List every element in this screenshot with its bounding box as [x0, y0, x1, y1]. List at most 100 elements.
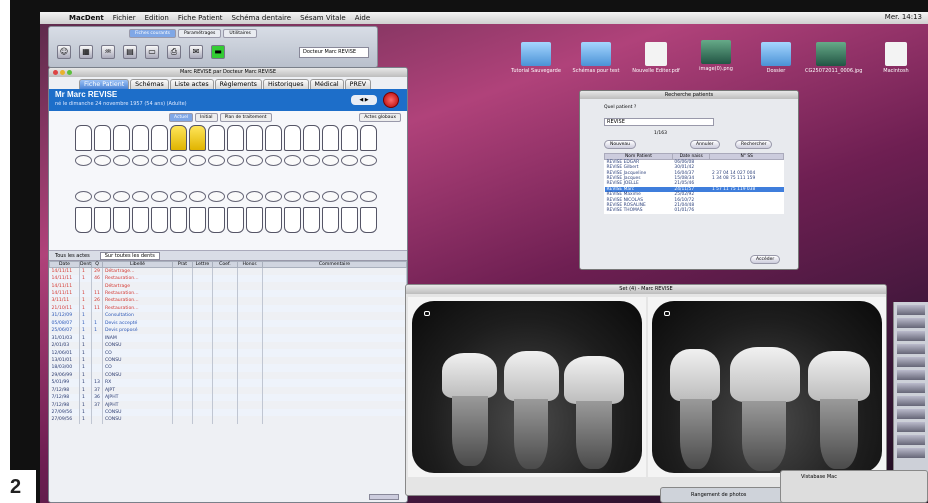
- tooth-upO-14[interactable]: [322, 155, 339, 166]
- tooth-loT-10[interactable]: [246, 207, 263, 233]
- table-row[interactable]: 7/12/98 1 37 AJPHT: [49, 401, 407, 409]
- table-row[interactable]: 29/06/99 1 CONSU: [49, 371, 407, 380]
- desktop-icon[interactable]: Tutorial Sauvegarde: [510, 42, 562, 74]
- tooth-loO-12[interactable]: [284, 191, 301, 202]
- table-row[interactable]: 7/12/98 1 37 AJPT: [49, 386, 407, 394]
- col-dent[interactable]: Dent: [78, 261, 93, 268]
- table-row[interactable]: 14/11/11 1 46 Restauration...: [49, 274, 407, 283]
- chart-tab-actuel[interactable]: Actuel: [169, 113, 194, 122]
- menu-schema-dentaire[interactable]: Schéma dentaire: [232, 14, 292, 22]
- tooth-upO-3[interactable]: [113, 155, 130, 166]
- photos-window[interactable]: Rangement de photos: [660, 487, 790, 503]
- menu-fiche-patient[interactable]: Fiche Patient: [178, 14, 223, 22]
- tooth-loO-16[interactable]: [360, 191, 377, 202]
- tooth-upO-13[interactable]: [303, 155, 320, 166]
- table-row[interactable]: 05/08/07 1 1 Devis accepté: [49, 319, 407, 327]
- tooth-upT-12[interactable]: [284, 125, 301, 151]
- table-row[interactable]: 5/01/99 1 13 RX: [49, 379, 407, 387]
- actes-globaux-button[interactable]: Actes globaux: [359, 113, 401, 122]
- new-button[interactable]: Nouveau: [604, 140, 637, 149]
- tooth-upO-10[interactable]: [246, 155, 263, 166]
- tab-parametrages[interactable]: Paramétrages: [178, 29, 222, 38]
- tooth-upO-1[interactable]: [75, 155, 92, 166]
- open-button[interactable]: Accéder: [750, 255, 781, 264]
- tooth-loO-7[interactable]: [189, 191, 206, 202]
- tooth-loT-13[interactable]: [303, 207, 320, 233]
- table-row[interactable]: 25/06/07 1 1 Devis proposé: [49, 327, 407, 335]
- search-input[interactable]: REVISE: [604, 118, 714, 126]
- thumbnail-panel[interactable]: [893, 302, 928, 492]
- tooth-upT-5[interactable]: [151, 125, 168, 151]
- teeth-filter-select[interactable]: Sur toutes les dents: [99, 251, 160, 260]
- table-row[interactable]: 21/10/11 1 11 Restauration...: [49, 304, 407, 313]
- tooth-loO-9[interactable]: [227, 191, 244, 202]
- table-row[interactable]: 13/01/01 1 CONSU: [49, 356, 407, 365]
- tooth-upO-15[interactable]: [341, 155, 358, 166]
- tab-reglements[interactable]: Règlements: [214, 79, 262, 89]
- table-row[interactable]: 14/11/11 1 11 Restauration...: [49, 289, 407, 298]
- app-menu[interactable]: MacDent: [69, 14, 104, 22]
- table-scroll-handle[interactable]: [369, 494, 399, 500]
- filter-all[interactable]: Tous les actes: [55, 253, 90, 259]
- tooth-loO-13[interactable]: [303, 191, 320, 202]
- tooth-upT-16[interactable]: [360, 125, 377, 151]
- agenda-icon[interactable]: ▦: [79, 45, 93, 59]
- zoom-icon[interactable]: [67, 70, 72, 75]
- table-row[interactable]: 2/01/03 1 CONSU: [49, 341, 407, 350]
- tooth-loO-8[interactable]: [208, 191, 225, 202]
- tooth-loT-16[interactable]: [360, 207, 377, 233]
- tooth-loT-8[interactable]: [208, 207, 225, 233]
- menu-edition[interactable]: Edition: [145, 14, 169, 22]
- tooth-loT-5[interactable]: [151, 207, 168, 233]
- tooth-loO-3[interactable]: [113, 191, 130, 202]
- menu-fichier[interactable]: Fichier: [113, 14, 136, 22]
- table-row[interactable]: 14/11/11 1 29 Détartrage...: [49, 267, 407, 275]
- folder-icon[interactable]: ▭: [145, 45, 159, 59]
- tooth-loO-5[interactable]: [151, 191, 168, 202]
- tooth-upO-2[interactable]: [94, 155, 111, 166]
- tooth-loO-10[interactable]: [246, 191, 263, 202]
- tooth-loT-11[interactable]: [265, 207, 282, 233]
- doctor-select[interactable]: Docteur Marc REVISE: [299, 47, 369, 58]
- cancel-button[interactable]: Annuler: [690, 140, 720, 149]
- tooth-loT-15[interactable]: [341, 207, 358, 233]
- tooth-loT-2[interactable]: [94, 207, 111, 233]
- tooth-loO-6[interactable]: [170, 191, 187, 202]
- tab-fiche-patient[interactable]: Fiche Patient: [79, 79, 130, 89]
- mail-icon[interactable]: ✉: [189, 45, 203, 59]
- chart-icon[interactable]: ♒: [101, 45, 115, 59]
- tab-liste-actes[interactable]: Liste actes: [169, 79, 214, 89]
- tooth-upO-16[interactable]: [360, 155, 377, 166]
- tooth-upT-9[interactable]: [227, 125, 244, 151]
- nav-arrows-icon[interactable]: ◀ ▶: [351, 95, 377, 105]
- search-button[interactable]: Rechercher: [735, 140, 773, 149]
- tab-fiches-courants[interactable]: Fiches courants: [129, 29, 177, 38]
- print-icon[interactable]: ⎙: [167, 45, 181, 59]
- tooth-loT-3[interactable]: [113, 207, 130, 233]
- vistabase-window[interactable]: Vistabase Mac: [780, 470, 928, 503]
- tooth-upO-4[interactable]: [132, 155, 149, 166]
- table-row[interactable]: 18/03/00 1 CO: [49, 364, 407, 372]
- desktop-icon[interactable]: image(0).png: [690, 40, 742, 72]
- tooth-upT-13[interactable]: [303, 125, 320, 151]
- minimize-icon[interactable]: [60, 70, 65, 75]
- close-icon[interactable]: [53, 70, 58, 75]
- tooth-loO-15[interactable]: [341, 191, 358, 202]
- alert-button[interactable]: [383, 92, 399, 108]
- tab-schemas[interactable]: Schémas: [130, 79, 169, 89]
- tooth-upO-6[interactable]: [170, 155, 187, 166]
- tooth-upT-8[interactable]: [208, 125, 225, 151]
- tooth-upT-15[interactable]: [341, 125, 358, 151]
- tooth-upT-2[interactable]: [94, 125, 111, 151]
- chart-tab-initial[interactable]: Initial: [195, 113, 218, 122]
- table-row[interactable]: 27/09/56 1 CONSU: [49, 416, 407, 424]
- book-icon[interactable]: ▤: [123, 45, 137, 59]
- tooth-upT-1[interactable]: [75, 125, 92, 151]
- battery-icon[interactable]: ▬: [211, 45, 225, 59]
- tooth-upT-4[interactable]: [132, 125, 149, 151]
- desktop-icon[interactable]: Schémas pour test: [570, 42, 622, 74]
- table-row[interactable]: 31/12/09 1 Consultation: [49, 312, 407, 320]
- patient-icon[interactable]: ☺: [57, 45, 71, 59]
- desktop-icon[interactable]: Nouvelle Editer.pdf: [630, 42, 682, 74]
- table-row[interactable]: 3/11/11 1 26 Restauration...: [49, 297, 407, 305]
